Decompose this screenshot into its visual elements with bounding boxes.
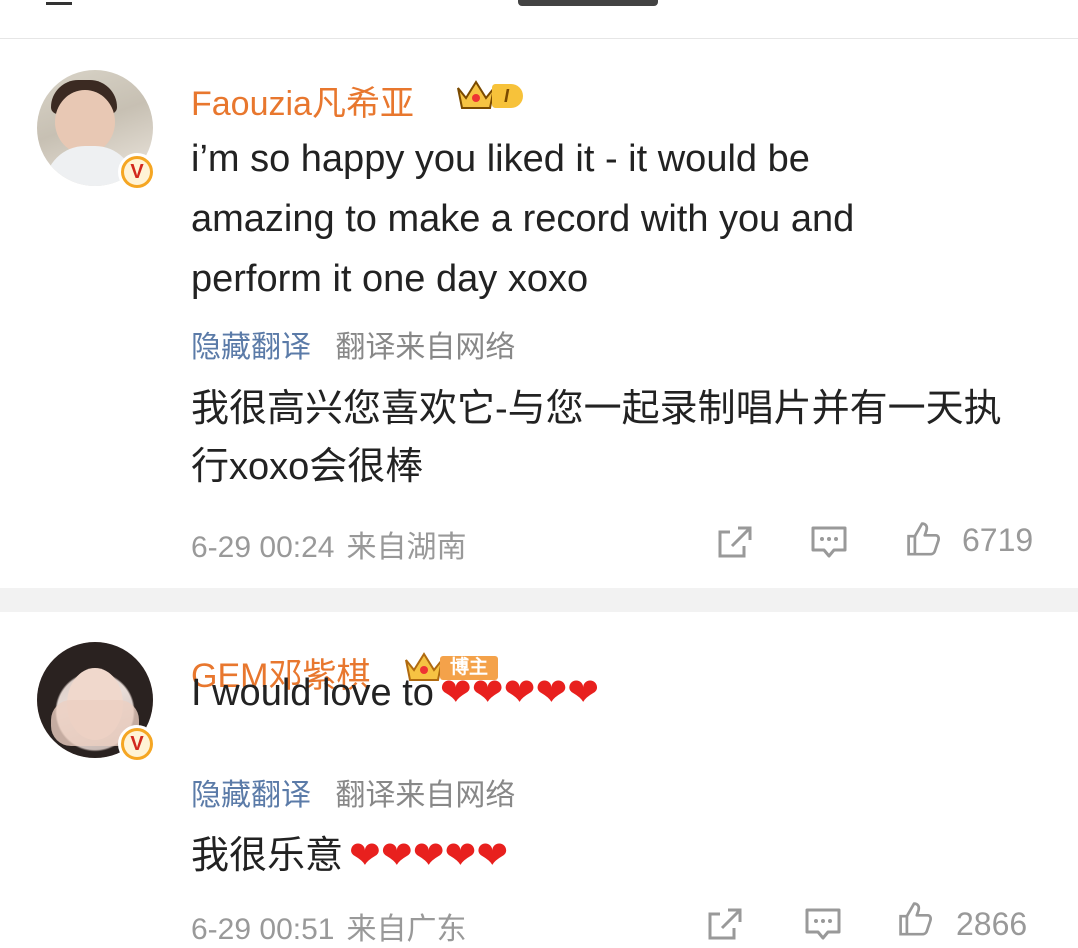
thumbs-up-icon[interactable] [896,900,934,936]
translated-text: 我很乐意 ❤❤❤❤❤ [191,826,508,885]
location: 来自广东 [346,913,467,946]
translation-row: 隐藏翻译 翻译来自网络 [191,770,515,814]
comment-icon[interactable] [804,906,842,942]
share-icon[interactable] [706,906,744,942]
comment-item-content: V GEM邓紫棋 博主 I would love to ❤❤❤❤❤ 隐藏翻译 翻译… [0,0,1078,948]
timestamp: 6-29 00:51 [191,913,335,946]
heart-emojis: ❤❤❤❤❤ [439,670,600,714]
comment-text: I would love to ❤❤❤❤❤ [191,662,599,723]
verified-v-icon: V [118,725,156,763]
heart-emojis: ❤❤❤❤❤ [349,833,509,877]
comment-meta: 6-29 00:51 来自广东 [191,904,466,948]
like-count: 2866 [956,906,1028,942]
translation-source: 翻译来自网络 [335,779,516,812]
hide-translation-link[interactable]: 隐藏翻译 [191,779,311,812]
